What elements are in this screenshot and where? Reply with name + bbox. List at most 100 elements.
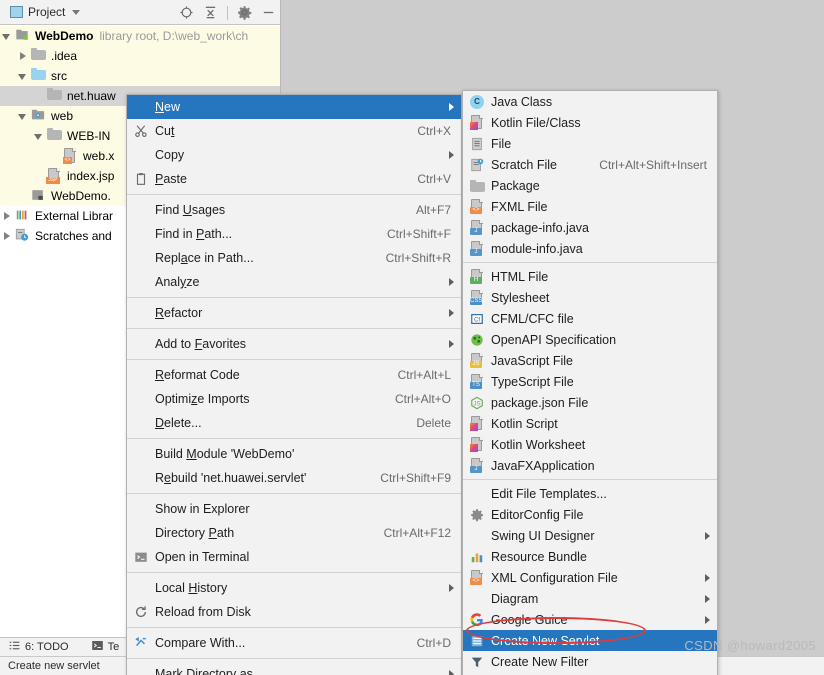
submenu-item-package[interactable]: Package [463,175,717,196]
menu-item-reformat-code[interactable]: Reformat Code Ctrl+Alt+L [127,363,461,387]
tree-toggle[interactable] [34,91,45,102]
folder-blue-icon [31,68,47,84]
menu-item-copy[interactable]: Copy [127,143,461,167]
menu-separator [127,297,461,298]
chevron-right-icon [449,103,454,111]
menu-item-find-in-path[interactable]: Find in Path... Ctrl+Shift+F [127,222,461,246]
tree-toggle[interactable] [18,71,29,82]
tree-toggle[interactable] [18,51,29,62]
menu-item-delete[interactable]: Delete... Delete [127,411,461,435]
tree-toggle[interactable] [2,211,13,222]
new-submenu[interactable]: C Java Class Kotlin File/Class File Scratch … [462,90,718,675]
java-file-icon: J [467,220,487,235]
tree-toggle[interactable] [34,131,45,142]
submenu-item-label: JavaScript File [491,353,573,368]
submenu-item-file[interactable]: File [463,133,717,154]
submenu-item-html-file[interactable]: H HTML File [463,266,717,287]
submenu-item-cfml-cfc-file[interactable]: Cf CFML/CFC file [463,308,717,329]
tree-toggle[interactable] [18,111,29,122]
tab-project-label: Project [28,5,66,19]
submenu-item-swing-ui-designer[interactable]: Swing UI Designer [463,525,717,546]
menu-item-mark-directory-as[interactable]: Mark Directory as [127,662,461,675]
menu-item-reload-from-disk[interactable]: Reload from Disk [127,600,461,624]
submenu-item-javascript-file[interactable]: JS JavaScript File [463,350,717,371]
submenu-item-package-info-java[interactable]: Jpackage-info.java [463,217,717,238]
chevron-right-icon [449,584,454,592]
submenu-item-openapi-specification[interactable]: OpenAPI Specification [463,329,717,350]
submenu-item-google-guice[interactable]: Google Guice [463,609,717,630]
tree-toggle[interactable] [2,231,13,242]
submenu-item-label: Kotlin Worksheet [491,437,586,452]
submenu-item-kotlin-worksheet[interactable]: Kotlin Worksheet [463,434,717,455]
tab-project[interactable]: Project [4,3,86,21]
submenu-item-diagram[interactable]: Diagram [463,588,717,609]
submenu-item-typescript-file[interactable]: TS TypeScript File [463,371,717,392]
menu-item-label: Replace in Path... [155,251,254,265]
menu-item-new[interactable]: New [127,95,461,119]
minimize-icon[interactable] [261,5,276,20]
chevron-down-icon[interactable] [72,9,81,15]
menu-item-label: Reload from Disk [155,605,251,619]
tree-toggle[interactable] [50,151,61,162]
submenu-item-kotlin-script[interactable]: Kotlin Script [463,413,717,434]
submenu-item-label: Google Guice [491,612,568,627]
gear-icon [467,508,487,522]
gear-icon[interactable] [237,5,252,20]
openapi-icon [467,333,487,347]
tree-toggle[interactable] [18,191,29,202]
menu-item-refactor[interactable]: Refactor [127,301,461,325]
menu-item-shortcut: Ctrl+V [417,172,451,186]
button-todo-label[interactable]: 6: TODO [25,641,69,653]
submenu-item-edit-file-templates[interactable]: Edit File Templates... [463,483,717,504]
submenu-item-package-json-file[interactable]: JS package.json File [463,392,717,413]
menu-item-shortcut: Ctrl+Alt+L [397,368,451,382]
submenu-item-stylesheet[interactable]: CSS Stylesheet [463,287,717,308]
submenu-item-kotlin-file-class[interactable]: Kotlin File/Class [463,112,717,133]
terminal-icon [131,550,151,564]
menu-item-directory-path[interactable]: Directory Path Ctrl+Alt+F12 [127,521,461,545]
tree-toggle[interactable] [2,31,13,42]
submenu-item-xml-configuration-file[interactable]: <> XML Configuration File [463,567,717,588]
submenu-item-shortcut: Ctrl+Alt+Shift+Insert [599,157,707,172]
menu-item-paste[interactable]: Paste Ctrl+V [127,167,461,191]
menu-item-label: Find Usages [155,203,226,217]
context-menu[interactable]: New Cut Ctrl+X Copy Paste Ctrl+V Find Usages Al… [126,94,462,675]
menu-item-compare-with[interactable]: Compare With... Ctrl+D [127,631,461,655]
collapse-all-icon[interactable] [203,5,218,20]
menu-item-add-to-favorites[interactable]: Add to Favorites [127,332,461,356]
menu-item-analyze[interactable]: Analyze [127,270,461,294]
menu-item-optimize-imports[interactable]: Optimize Imports Ctrl+Alt+O [127,387,461,411]
tree-node-src[interactable]: src [0,66,280,86]
submenu-item-label: Scratch File [491,157,557,172]
submenu-item-create-new-servlet[interactable]: Create New Servlet [463,630,717,651]
submenu-item-java-class[interactable]: C Java Class [463,91,717,112]
tree-toggle[interactable] [34,171,45,182]
submenu-item-create-new-filter[interactable]: Create New Filter [463,651,717,672]
submenu-item-scratch-file[interactable]: Scratch File Ctrl+Alt+Shift+Insert [463,154,717,175]
menu-item-shortcut: Alt+F7 [415,203,451,217]
menu-item-show-in-explorer[interactable]: Show in Explorer [127,497,461,521]
menu-item-build-module-webdemo[interactable]: Build Module 'WebDemo' [127,442,461,466]
menu-item-find-usages[interactable]: Find Usages Alt+F7 [127,198,461,222]
tree-node-webdemo[interactable]: WebDemo library root, D:\web_work\ch [0,26,280,46]
submenu-item-editorconfig-file[interactable]: EditorConfig File [463,504,717,525]
submenu-item-label: JavaFXApplication [491,458,595,473]
html-file-icon: H [467,269,487,284]
menu-item-open-in-terminal[interactable]: Open in Terminal [127,545,461,569]
svg-text:JS: JS [473,400,480,407]
menu-item-label: Add to Favorites [155,337,247,351]
submenu-item-module-info-java[interactable]: Jmodule-info.java [463,238,717,259]
button-terminal-label[interactable]: Te [108,641,120,653]
menu-item-cut[interactable]: Cut Ctrl+X [127,119,461,143]
menu-item-label: Build Module 'WebDemo' [155,447,295,461]
submenu-item-fxml-file[interactable]: <> FXML File [463,196,717,217]
submenu-item-resource-bundle[interactable]: Resource Bundle [463,546,717,567]
menu-item-rebuild-net-huawei-servlet[interactable]: Rebuild 'net.huawei.servlet' Ctrl+Shift+F… [127,466,461,490]
js-file-icon: JS [467,353,487,368]
submenu-item-javafxapplication[interactable]: J JavaFXApplication [463,455,717,476]
menu-item-local-history[interactable]: Local History [127,576,461,600]
menu-separator [127,658,461,659]
locate-icon[interactable] [179,5,194,20]
menu-item-replace-in-path[interactable]: Replace in Path... Ctrl+Shift+R [127,246,461,270]
tree-node-idea[interactable]: .idea [0,46,280,66]
